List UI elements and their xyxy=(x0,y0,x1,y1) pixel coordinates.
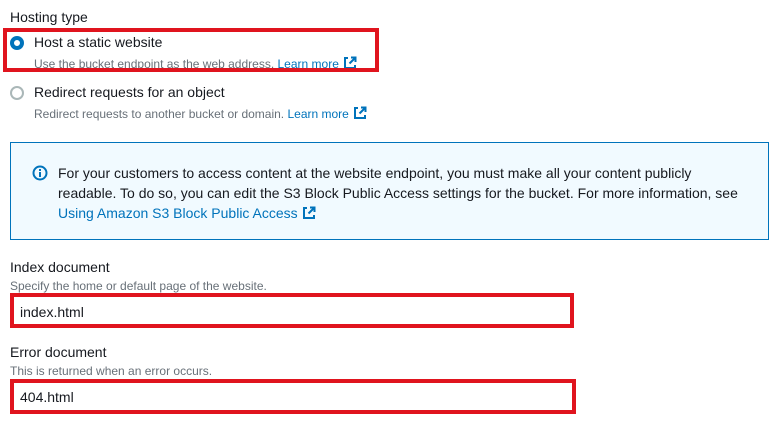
info-alert: For your customers to access content at … xyxy=(10,142,769,240)
highlight-error-document xyxy=(10,379,576,414)
index-document-description: Specify the home or default page of the … xyxy=(10,279,267,293)
error-document-description: This is returned when an error occurs. xyxy=(10,364,213,378)
radio-button-redirect[interactable] xyxy=(10,86,24,100)
learn-more-link[interactable]: Learn more xyxy=(287,106,367,121)
index-document-label: Index document xyxy=(10,259,110,275)
highlight-index-document xyxy=(10,293,574,328)
block-public-access-link[interactable]: Using Amazon S3 Block Public Access xyxy=(58,205,316,221)
radio-title-redirect: Redirect requests for an object xyxy=(34,84,225,100)
external-link-icon xyxy=(353,106,367,119)
external-link-icon xyxy=(302,206,316,219)
info-icon xyxy=(32,165,48,181)
radio-description-redirect: Redirect requests to another bucket or d… xyxy=(34,106,367,121)
highlight-static-website xyxy=(3,28,379,72)
hosting-type-label: Hosting type xyxy=(10,9,88,25)
info-alert-message: For your customers to access content at … xyxy=(58,165,738,201)
description-text: Redirect requests to another bucket or d… xyxy=(34,107,285,121)
info-alert-text: For your customers to access content at … xyxy=(58,163,748,223)
error-document-label: Error document xyxy=(10,344,107,360)
